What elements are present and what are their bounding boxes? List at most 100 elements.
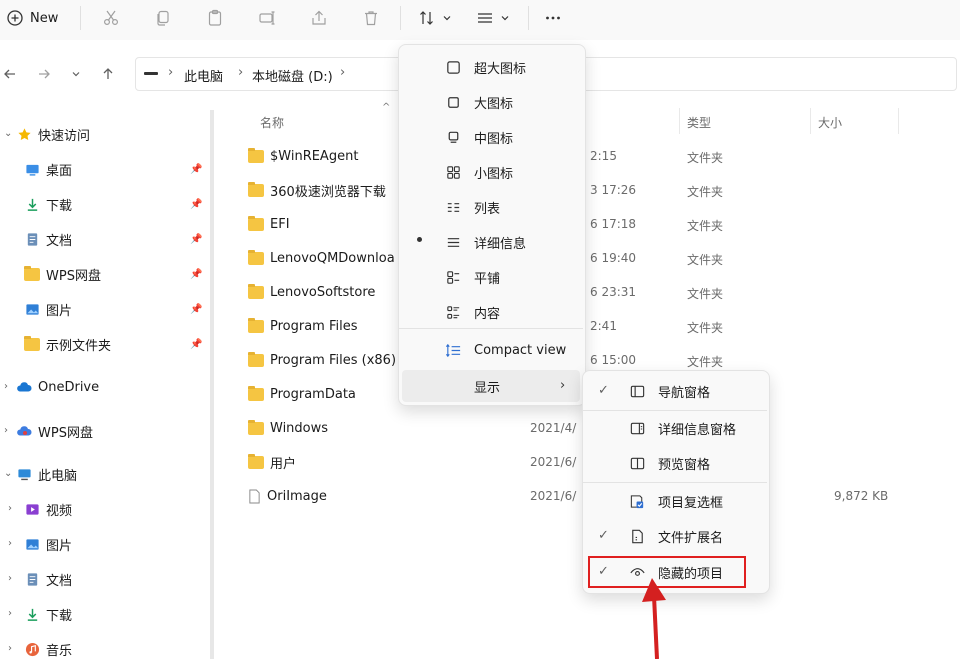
column-header-size[interactable]: 大小 [818,114,842,131]
menu-item-small-icons[interactable]: 小图标 [444,158,513,186]
video-icon [24,501,40,517]
submenu-item-file-extensions[interactable]: 文件扩展名 [628,522,723,550]
sidebar-item-videos[interactable]: 视频 [24,497,72,521]
expand-chevron-icon[interactable]: ⌄ [4,128,12,139]
file-type: 文件夹 [687,219,724,233]
menu-item-show[interactable]: 显示 [474,372,500,400]
menu-item-list[interactable]: 列表 [444,193,500,221]
file-row[interactable]: $WinREAgent [248,146,358,166]
file-date: 6 23:31 [590,285,637,299]
file-row[interactable]: Program Files [248,316,358,336]
menu-item-tiles[interactable]: 平铺 [444,263,500,291]
back-button[interactable] [0,64,20,84]
menu-label: 文件扩展名 [658,530,724,546]
folder-icon [248,181,264,197]
column-divider[interactable] [679,108,680,134]
star-icon [16,126,32,142]
sidebar-item-pictures[interactable]: 图片 [24,297,72,321]
file-name: EFI [270,216,290,232]
breadcrumb-chevron-icon: › [340,65,346,80]
folder-icon [24,335,40,352]
folder-icon [248,351,264,367]
pin-icon: 📌 [190,234,203,245]
file-row[interactable]: 用户 [248,452,296,472]
column-divider[interactable] [898,108,899,134]
sidebar-quick-access[interactable]: 快速访问 [16,122,90,146]
sidebar-item-wps-drive[interactable]: WPS网盘 [24,262,101,286]
menu-item-details[interactable]: 详细信息 [444,228,526,256]
expand-chevron-icon[interactable]: › [4,381,8,392]
submenu-item-preview-pane[interactable]: 预览窗格 [628,449,710,477]
sidebar-scrollbar[interactable] [210,110,214,659]
submenu-item-item-checkboxes[interactable]: 项目复选框 [628,487,723,515]
sidebar-item-pc-pictures[interactable]: 图片 [24,532,72,556]
rename-button[interactable] [254,4,280,32]
column-divider[interactable] [810,108,811,134]
chevron-down-icon [72,72,80,77]
file-row[interactable]: ProgramData [248,384,356,404]
file-row[interactable]: LenovoSoftstore [248,282,375,302]
more-options-button[interactable] [538,4,568,32]
menu-item-compact-view[interactable]: Compact view [444,336,566,364]
expand-chevron-icon[interactable]: › [8,573,12,584]
up-button[interactable] [98,64,118,84]
file-date: 2021/6/ [530,455,577,469]
file-row[interactable]: OriImage [248,486,327,506]
sidebar-wps-drive[interactable]: WPS网盘 [16,419,93,443]
sidebar-item-documents[interactable]: 文档 [24,227,72,251]
expand-chevron-icon[interactable]: › [8,503,12,514]
menu-item-medium-icons[interactable]: 中图标 [444,123,513,151]
desktop-icon [24,161,40,177]
share-button[interactable] [306,4,332,32]
chevron-down-icon [443,16,451,21]
sidebar-label: 桌面 [46,163,73,179]
expand-chevron-icon[interactable]: › [8,608,12,619]
drive-bar-icon [144,72,158,75]
preview-pane-icon [628,454,646,472]
sidebar-item-pc-downloads[interactable]: 下载 [24,602,72,626]
submenu-item-navigation-pane[interactable]: 导航窗格 [628,377,710,405]
menu-item-content[interactable]: 内容 [444,298,500,326]
view-button[interactable] [470,4,516,32]
cloud-icon [16,379,32,395]
file-row[interactable]: Program Files (x86) [248,350,396,370]
folder-icon [248,317,264,333]
expand-chevron-icon[interactable]: › [4,425,8,436]
file-name: OriImage [267,488,327,504]
sidebar-item-desktop[interactable]: 桌面 [24,157,72,181]
breadcrumb-this-pc[interactable]: 此电脑 [184,66,223,85]
recent-locations-button[interactable] [66,64,86,84]
breadcrumb-local-disk[interactable]: 本地磁盘 (D:) [252,66,333,85]
folder-icon [24,265,40,282]
expand-chevron-icon[interactable]: ⌄ [4,468,12,479]
sidebar-onedrive[interactable]: OneDrive [16,375,99,399]
forward-button[interactable] [34,64,54,84]
wps-cloud-icon [16,423,32,439]
menu-item-extra-large-icons[interactable]: 超大图标 [444,53,526,81]
sidebar-item-sample-folder[interactable]: 示例文件夹 [24,332,111,356]
sort-button[interactable] [412,4,458,32]
delete-button[interactable] [358,4,384,32]
submenu-item-details-pane[interactable]: 详细信息窗格 [628,414,736,442]
file-type: 文件夹 [687,253,724,267]
menu-item-large-icons[interactable]: 大图标 [444,88,513,116]
menu-label: 导航窗格 [658,385,711,401]
expand-chevron-icon[interactable]: › [8,538,12,549]
sidebar-item-downloads[interactable]: 下载 [24,192,72,216]
file-row[interactable]: EFI [248,214,290,234]
file-row[interactable]: LenovoQMDownloa [248,248,395,268]
menu-label: 超大图标 [474,61,527,77]
sidebar-item-music[interactable]: 音乐 [24,637,72,661]
column-header-name[interactable]: 名称 [260,114,284,131]
new-button[interactable]: New [6,4,66,32]
paste-button[interactable] [202,4,228,32]
file-row[interactable]: 360极速浏览器下载 [248,180,386,200]
sidebar-item-pc-documents[interactable]: 文档 [24,567,72,591]
expand-chevron-icon[interactable]: › [8,643,12,654]
cut-button[interactable] [98,4,124,32]
column-header-type[interactable]: 类型 [687,114,711,131]
file-row[interactable]: Windows [248,418,328,438]
sidebar-this-pc[interactable]: 此电脑 [16,462,77,486]
folder-icon [248,283,264,299]
copy-button[interactable] [150,4,176,32]
